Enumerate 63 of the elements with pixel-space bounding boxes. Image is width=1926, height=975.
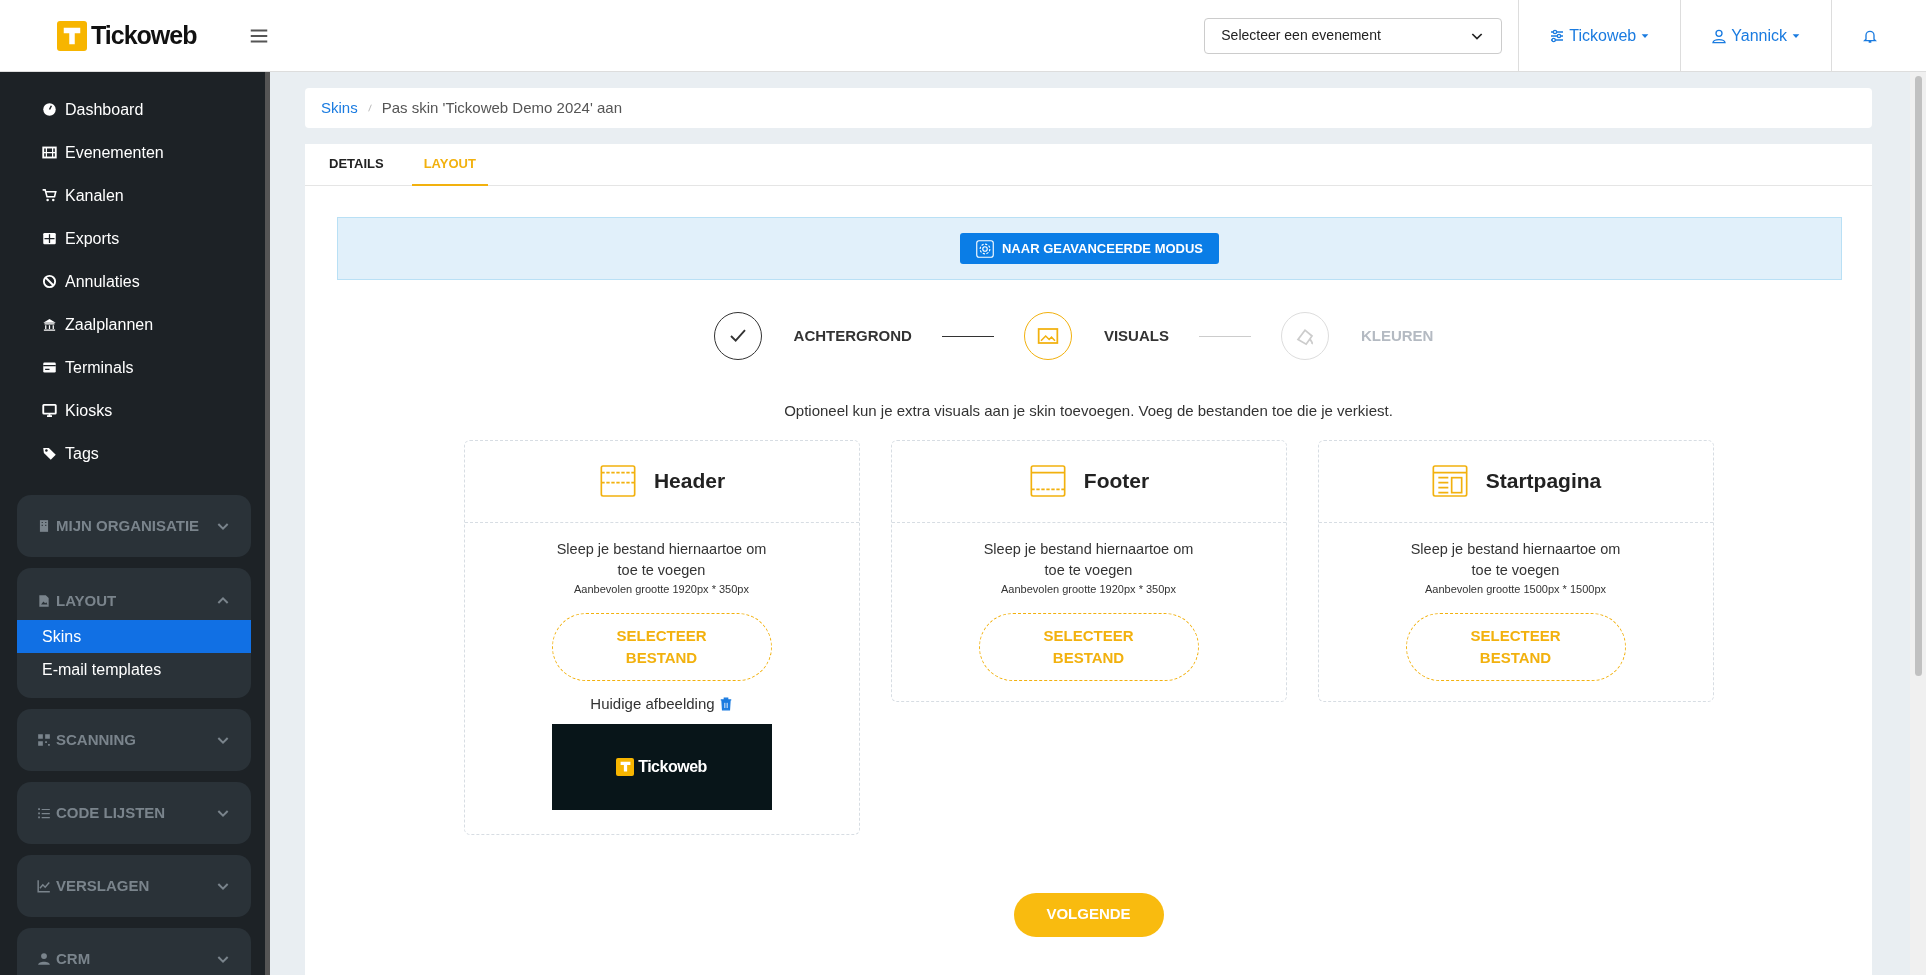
sidebar-group-header[interactable]: MIJN ORGANISATIE xyxy=(17,495,251,557)
sidebar-item[interactable]: Kiosks xyxy=(0,389,265,432)
sidebar-item[interactable]: Exports xyxy=(0,217,265,260)
drop-instruction: Sleep je bestand hiernaartoe om toe te voegen xyxy=(982,539,1195,580)
step-label: KLEUREN xyxy=(1360,325,1434,346)
card-icon xyxy=(42,360,57,375)
upload-title: Startpagina xyxy=(1485,468,1602,495)
film-icon xyxy=(42,145,57,160)
dropdown-menu-link[interactable]: Yannick xyxy=(1680,0,1831,72)
size-hint: Aanbevolen grootte 1920px * 350px xyxy=(574,581,749,597)
brand-logo[interactable]: Tickoweb xyxy=(57,16,197,55)
user-icon xyxy=(37,952,51,966)
size-hint: Aanbevolen grootte 1920px * 350px xyxy=(1001,581,1176,597)
tag-icon xyxy=(42,446,57,461)
step-label: VISUALS xyxy=(1103,325,1169,346)
drop-instruction: Sleep je bestand hiernaartoe om toe te voegen xyxy=(555,539,768,580)
upload-title: Footer xyxy=(1083,468,1150,495)
monitor-icon xyxy=(42,403,57,418)
sidebar-item[interactable]: Tags xyxy=(0,432,265,475)
step-label: ACHTERGROND xyxy=(793,325,912,346)
bank-icon xyxy=(42,317,57,332)
sidebar-subitem[interactable]: E-mail templates xyxy=(17,653,251,686)
building-icon xyxy=(37,519,51,533)
trash-icon xyxy=(718,696,733,713)
sidebar-group-header[interactable]: LAYOUT xyxy=(17,568,251,620)
sidebar-item[interactable]: Annulaties xyxy=(0,260,265,303)
table-icon xyxy=(42,231,57,246)
size-hint: Aanbevolen grootte 1500px * 1500px xyxy=(1424,581,1606,597)
sliders-icon xyxy=(1549,27,1566,44)
list-icon xyxy=(37,806,51,820)
current-image-label: Huidige afbeelding xyxy=(590,694,715,714)
event-select[interactable]: Selecteer een evenement xyxy=(1204,17,1503,54)
qr-code-icon xyxy=(37,733,51,747)
upload-title: Header xyxy=(653,468,726,495)
user-icon xyxy=(1711,27,1728,44)
sidebar-subitem[interactable]: Skins xyxy=(17,620,251,653)
sidebar-item[interactable]: Zaalplannen xyxy=(0,303,265,346)
sidebar-group-header[interactable]: CRM xyxy=(17,928,251,975)
dashboard-icon xyxy=(42,102,57,117)
drop-instruction: Sleep je bestand hiernaartoe om toe te voegen xyxy=(1409,539,1622,580)
advanced-mode-button[interactable]: NAAR GEAVANCEERDE MODUS xyxy=(960,232,1219,265)
breadcrumb-current: Pas skin 'Tickoweb Demo 2024' aan xyxy=(381,97,622,118)
breadcrumb-link[interactable]: Skins xyxy=(321,96,358,120)
sidebar-group-header[interactable]: SCANNING xyxy=(17,709,251,771)
preview-logo-text: Tickoweb xyxy=(638,756,707,777)
sidebar-item[interactable]: Kanalen xyxy=(0,174,265,217)
cart-icon xyxy=(42,188,57,203)
sidebar-item[interactable]: Terminals xyxy=(0,346,265,389)
ban-icon xyxy=(42,274,57,289)
slash-icon xyxy=(365,102,374,114)
dropdown-menu-link[interactable]: Tickoweb xyxy=(1518,0,1681,72)
gear-icon xyxy=(976,239,994,258)
letter-logo-icon xyxy=(618,760,632,773)
sidebar-item[interactable]: Dashboard xyxy=(0,88,265,131)
sidebar-item[interactable]: Evenementen xyxy=(0,131,265,174)
tab[interactable]: DETAILS xyxy=(317,144,396,186)
sidebar-group-header[interactable]: VERSLAGEN xyxy=(17,855,251,917)
delete-button[interactable] xyxy=(718,696,733,713)
intro-text: Optioneel kun je extra visuals aan je skin toevoegen. Voeg de bestanden toe die je verkiest. xyxy=(783,401,1394,421)
line-chart-icon xyxy=(37,879,51,893)
sidebar-group-header[interactable]: CODE LIJSTEN xyxy=(17,782,251,844)
image-file-icon xyxy=(37,594,51,608)
scrollbar-thumb[interactable] xyxy=(1914,76,1922,676)
